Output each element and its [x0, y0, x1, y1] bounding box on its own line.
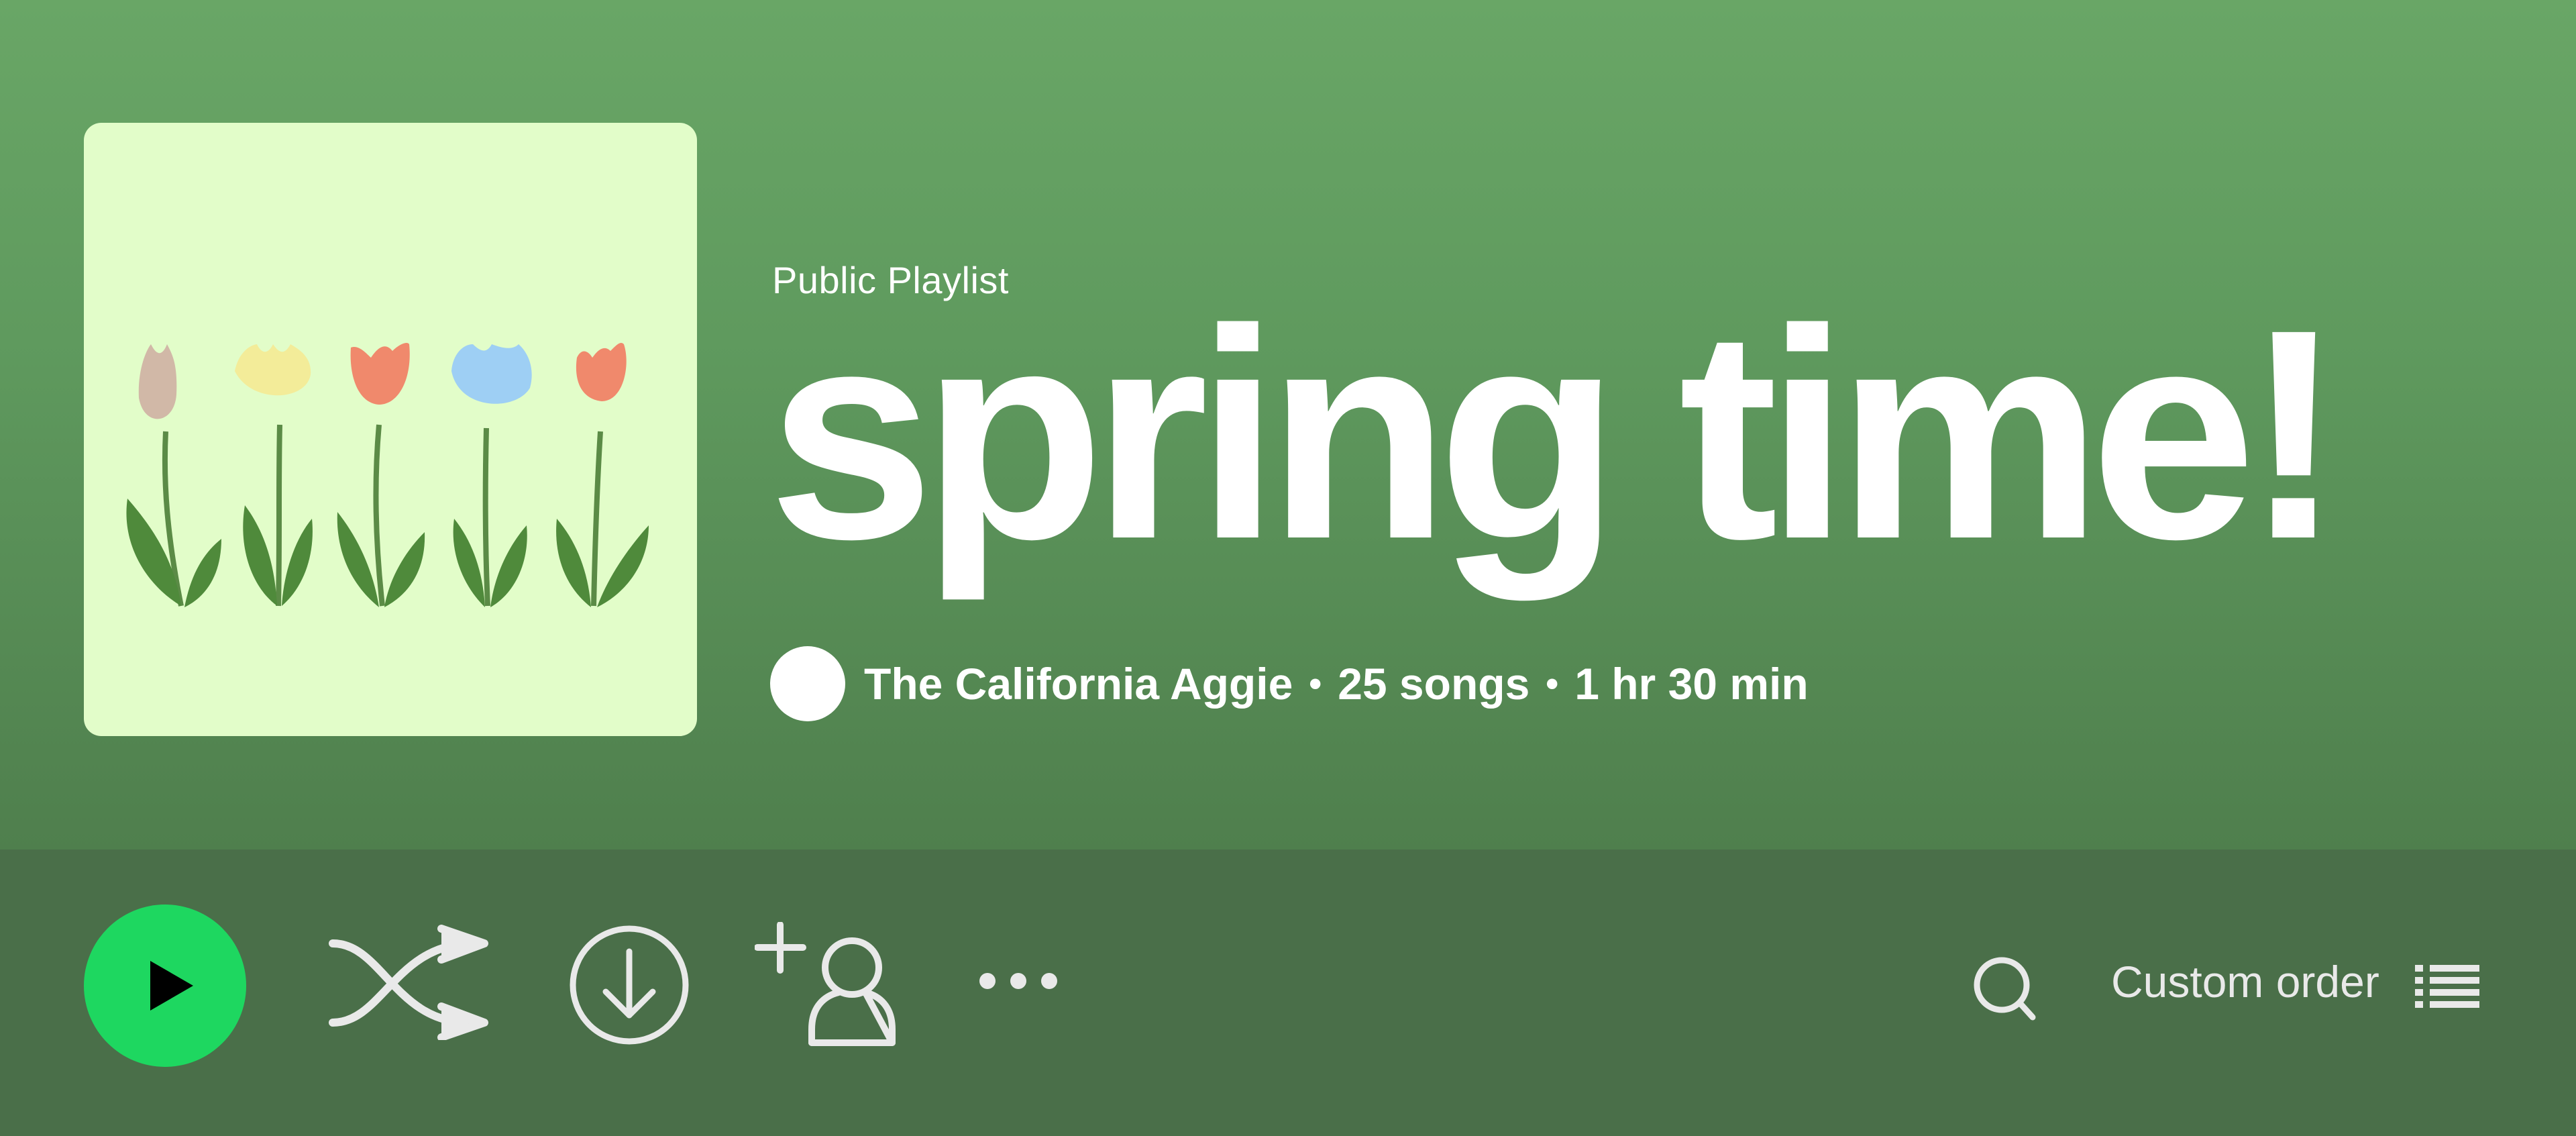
- play-icon: [150, 961, 193, 1011]
- playlist-header: Public Playlist spring time! The Califor…: [0, 0, 2576, 849]
- action-bar: Custom order: [0, 849, 2576, 1136]
- tulip-5: [556, 343, 649, 607]
- tulip-4: [451, 344, 532, 607]
- sort-label: Custom order: [2111, 957, 2379, 1006]
- play-button[interactable]: [84, 905, 246, 1067]
- tulip-2: [235, 344, 313, 607]
- sort-list-button[interactable]: [2415, 962, 2479, 1011]
- search-button[interactable]: [1972, 956, 2039, 1023]
- separator-dot: •: [1546, 664, 1559, 704]
- owner-name-link[interactable]: The California Aggie: [864, 658, 1293, 709]
- shuffle-icon: [329, 925, 488, 1040]
- playlist-meta-row: The California Aggie • 25 songs • 1 hr 3…: [770, 646, 1809, 722]
- tulips-illustration: [126, 343, 649, 607]
- song-count: 25 songs: [1338, 659, 1530, 709]
- search-icon: [1974, 957, 2036, 1021]
- add-user-icon: [755, 922, 896, 1046]
- invite-collaborator-button[interactable]: [755, 922, 902, 1049]
- download-icon: [570, 925, 689, 1045]
- separator-dot: •: [1309, 664, 1322, 704]
- more-options-icon: [979, 973, 1057, 989]
- owner-avatar[interactable]: [770, 646, 845, 721]
- sort-dropdown[interactable]: Custom order: [2111, 956, 2379, 1007]
- playlist-title: spring time!: [768, 268, 2344, 601]
- playlist-cover-art[interactable]: [84, 123, 697, 736]
- playlist-duration: 1 hr 30 min: [1574, 659, 1809, 709]
- more-options-button[interactable]: [976, 969, 1063, 1002]
- shuffle-button[interactable]: [329, 925, 490, 1040]
- tulip-3: [337, 343, 425, 607]
- tulip-1: [126, 344, 221, 607]
- download-button[interactable]: [569, 925, 690, 1045]
- list-icon: [2415, 965, 2479, 1008]
